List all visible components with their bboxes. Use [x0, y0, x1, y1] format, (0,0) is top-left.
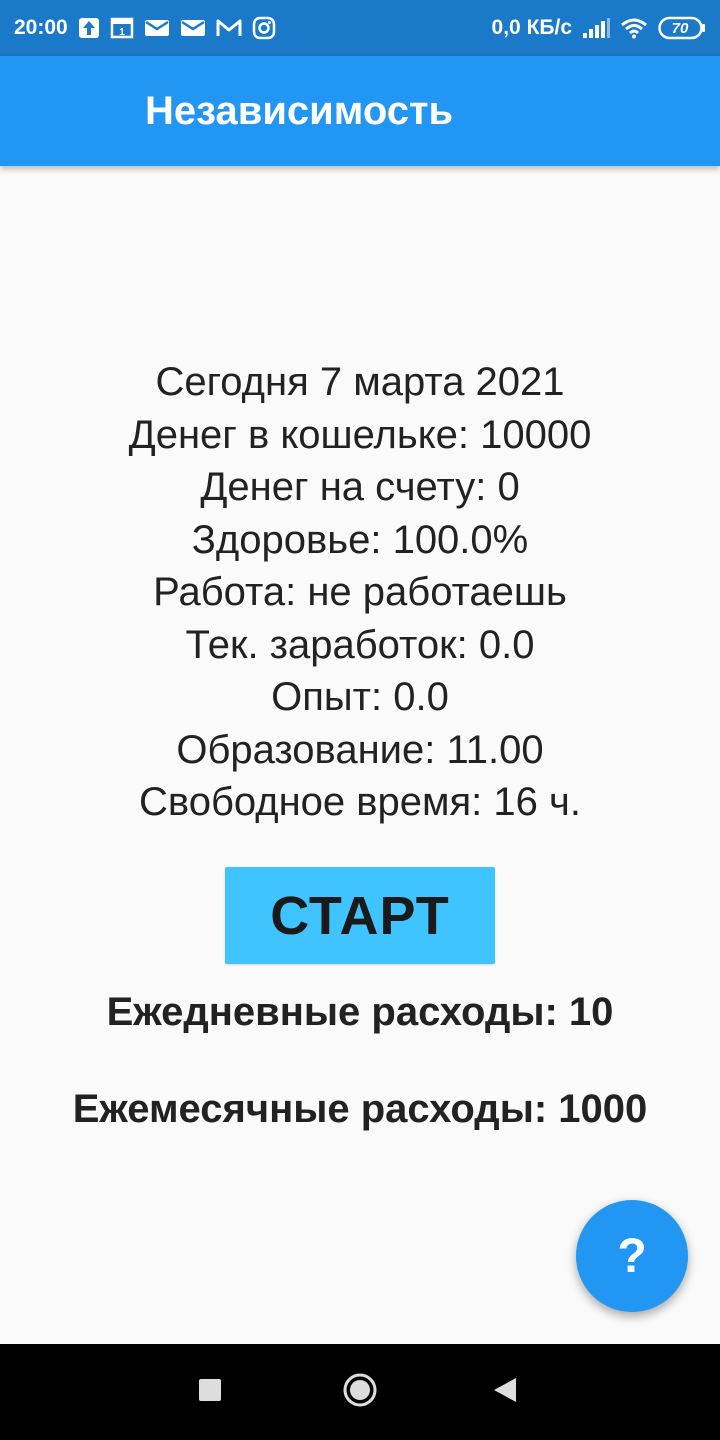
mail-icon — [144, 18, 170, 38]
mail-icon — [180, 18, 206, 38]
daily-expenses-text: Ежедневные расходы: 10 — [106, 990, 614, 1034]
help-button-label: ? — [617, 1229, 647, 1283]
status-bar-left: 20:00 1 — [14, 16, 276, 40]
gmail-icon — [216, 18, 242, 38]
stats-panel: Сегодня 7 марта 2021 Денег в кошельке: 1… — [0, 356, 720, 829]
calendar-icon: 1 — [110, 17, 134, 39]
app-bar: Независимость — [0, 56, 720, 166]
job-text: Работа: не работаешь — [153, 570, 567, 614]
help-button[interactable]: ? — [576, 1200, 688, 1312]
navigation-bar — [0, 1344, 720, 1440]
wallet-text: Денег в кошельке: 10000 — [128, 412, 592, 457]
wifi-icon — [620, 17, 648, 39]
earnings-text: Тек. заработок: 0.0 — [185, 622, 535, 667]
square-icon — [198, 1378, 222, 1407]
battery-icon: 70 — [658, 16, 706, 40]
svg-text:1: 1 — [119, 27, 125, 38]
status-time: 20:00 — [14, 16, 68, 39]
recent-apps-button[interactable] — [165, 1344, 255, 1440]
monthly-expenses-text: Ежемесячные расходы: 1000 — [72, 1087, 648, 1131]
battery-level: 70 — [671, 19, 689, 37]
status-bar: 20:00 1 0,0 КБ/с 70 — [0, 0, 720, 56]
instagram-icon — [252, 16, 276, 40]
upload-icon — [78, 17, 100, 39]
status-bar-right: 0,0 КБ/с 70 — [492, 16, 706, 40]
network-speed: 0,0 КБ/с — [491, 16, 572, 39]
education-text: Образование: 11.00 — [176, 727, 544, 772]
experience-text: Опыт: 0.0 — [271, 675, 449, 719]
signal-icon — [582, 17, 610, 39]
health-text: Здоровье: 100.0% — [191, 517, 529, 562]
back-triangle-icon — [492, 1376, 518, 1409]
back-button[interactable] — [460, 1344, 550, 1440]
account-text: Денег на счету: 0 — [200, 465, 520, 509]
page-title: Независимость — [145, 88, 454, 133]
date-text: Сегодня 7 марта 2021 — [155, 360, 565, 404]
circle-icon — [342, 1372, 378, 1413]
free-time-text: Свободное время: 16 ч. — [139, 780, 581, 824]
home-button[interactable] — [315, 1344, 405, 1440]
start-button[interactable]: СТАРТ — [225, 867, 495, 964]
